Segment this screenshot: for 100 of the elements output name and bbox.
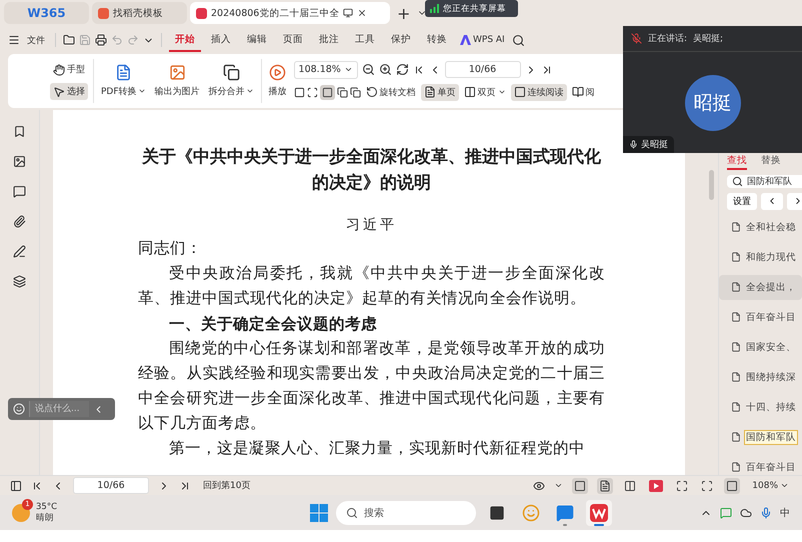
scrollbar-thumb[interactable] xyxy=(709,170,714,200)
view-button[interactable]: 阅 xyxy=(568,84,598,101)
file-icon xyxy=(731,462,741,472)
template-icon xyxy=(98,8,109,19)
muted-mic-icon xyxy=(631,33,642,44)
search-result[interactable]: 全和社会稳 xyxy=(719,214,802,240)
single-page-icon xyxy=(599,480,612,492)
search-icon[interactable] xyxy=(512,34,525,47)
zoom-out-icon[interactable] xyxy=(362,63,375,76)
new-tab-button[interactable]: + xyxy=(393,4,414,23)
search-result[interactable]: 百年奋斗目 xyxy=(719,454,802,476)
layers-icon[interactable] xyxy=(13,274,26,288)
participant-name: 吴昭挺 xyxy=(623,136,674,153)
view-mode-button[interactable] xyxy=(597,478,614,494)
search-result[interactable]: 十四、持续 xyxy=(719,394,802,420)
document-tab[interactable]: W365 xyxy=(4,2,89,24)
microphone-icon[interactable] xyxy=(760,506,772,519)
file-icon xyxy=(731,252,741,262)
ribbon-tab[interactable]: 开始 xyxy=(169,28,201,52)
first-page-icon[interactable] xyxy=(31,480,43,492)
search-result[interactable]: 国家安全、 xyxy=(719,334,802,360)
fit-page-icon[interactable] xyxy=(306,86,318,98)
share-text: 您正在共享屏幕 xyxy=(443,2,506,14)
search-result[interactable]: 全会提出， xyxy=(719,274,802,300)
actual-size-icon[interactable] xyxy=(294,86,305,98)
wps-ai-button[interactable]: WPS AI xyxy=(457,33,508,48)
zoom-select[interactable]: 108% xyxy=(749,478,792,493)
ribbon-tab[interactable]: 工具 xyxy=(349,28,381,52)
image-icon[interactable] xyxy=(13,154,26,168)
paperclip-icon[interactable] xyxy=(13,214,26,228)
back-to-page-link[interactable]: 回到第10页 xyxy=(200,477,254,494)
search-result[interactable]: 和能力现代 xyxy=(719,244,802,270)
file-menu[interactable]: 文件 xyxy=(24,32,48,49)
find-field[interactable]: 国防和军队 xyxy=(727,174,802,188)
fit-width-button[interactable] xyxy=(320,84,335,100)
document-tab[interactable]: 找稻壳模板 xyxy=(92,2,187,24)
body-paragraph: 第一，这是凝聚人心、汇聚力量，实现新时代新征程党的中 xyxy=(168,438,586,459)
view-button[interactable]: 双页 xyxy=(460,84,509,101)
ribbon-tab[interactable]: 编辑 xyxy=(241,28,273,52)
rotate-page-icon[interactable] xyxy=(396,63,409,76)
image-export-icon xyxy=(168,64,186,81)
view-button[interactable]: 连续阅读 xyxy=(510,84,567,101)
eye-icon[interactable] xyxy=(533,480,546,492)
continuous-icon xyxy=(574,480,586,492)
settings-button[interactable]: 设置 xyxy=(727,192,757,210)
pdf-icon xyxy=(196,8,207,19)
ai-logo-icon xyxy=(460,35,471,46)
page-field[interactable]: 10/66 xyxy=(73,477,149,494)
search-result[interactable]: 百年奋斗目 xyxy=(719,304,802,330)
panel-tab[interactable]: 替换 xyxy=(761,154,781,170)
ribbon-tab[interactable]: 保护 xyxy=(385,28,417,52)
continuous-icon xyxy=(514,86,526,98)
ribbon-tab[interactable]: 转换 xyxy=(421,28,453,52)
microphone-icon xyxy=(629,140,638,149)
zoom-select[interactable]: 108.18% xyxy=(294,60,358,79)
search-result[interactable]: 国防和军队 xyxy=(719,424,802,450)
rotate-icon xyxy=(366,86,378,98)
view-mode-button[interactable] xyxy=(647,478,666,494)
chat-input[interactable]: 说点什么... xyxy=(29,401,89,417)
cloud-icon[interactable] xyxy=(740,506,752,519)
view-button[interactable]: 单页 xyxy=(420,84,459,101)
ribbon-button[interactable]: 拆分合并 xyxy=(206,62,256,100)
smile-icon[interactable] xyxy=(13,403,25,415)
last-page-icon[interactable] xyxy=(179,480,191,492)
view-mode-button[interactable] xyxy=(572,478,588,494)
next-button[interactable] xyxy=(787,192,802,210)
taskbar-app[interactable] xyxy=(586,500,612,526)
document-title: 关于《中共中央关于进一步全面深化改革、推进中国式现代化的决定》的说明 xyxy=(140,146,602,195)
ribbon-tab[interactable]: 插入 xyxy=(205,28,237,52)
search-result[interactable]: 围绕持续深 xyxy=(719,364,802,390)
sidebar-toggle-icon[interactable] xyxy=(10,480,22,492)
book-icon xyxy=(572,86,584,98)
zoom-in-icon[interactable] xyxy=(378,63,392,76)
bookmark-icon[interactable] xyxy=(13,124,26,138)
close-icon[interactable] xyxy=(357,8,368,18)
ribbon-button[interactable]: 播放 xyxy=(266,62,289,100)
hand-tool-button[interactable]: 手型 xyxy=(50,61,88,78)
signal-icon xyxy=(430,4,439,13)
menu-icon[interactable] xyxy=(8,34,20,46)
rotate-right-icon[interactable] xyxy=(350,86,361,98)
ribbon-tab[interactable]: 页面 xyxy=(277,28,309,52)
taskbar-search[interactable]: 搜索 xyxy=(336,500,476,525)
start-icon[interactable] xyxy=(310,504,328,522)
author-name: 习近平 xyxy=(345,216,398,234)
ribbon-button[interactable]: 输出为图片 xyxy=(152,62,202,100)
rotate-left-icon[interactable] xyxy=(336,86,348,98)
ribbon-tab[interactable]: 批注 xyxy=(313,28,345,52)
select-tool-button[interactable]: 选择 xyxy=(50,83,88,100)
ribbon-button[interactable]: PDF转换 xyxy=(99,62,148,100)
view-mode-button[interactable] xyxy=(724,478,740,494)
page-field[interactable]: 10/66 xyxy=(444,61,521,78)
input-method-indicator[interactable]: 中 xyxy=(780,506,790,520)
pen-icon[interactable] xyxy=(13,244,26,258)
folder-icon[interactable] xyxy=(63,34,75,46)
pointer-icon xyxy=(53,86,65,98)
view-button[interactable]: 旋转文档 xyxy=(362,84,419,101)
print-icon[interactable] xyxy=(95,34,107,46)
file-icon xyxy=(731,282,741,292)
document-tab[interactable]: 20240806党的二十届三中全 xyxy=(190,2,390,24)
comment-icon[interactable] xyxy=(13,184,26,198)
